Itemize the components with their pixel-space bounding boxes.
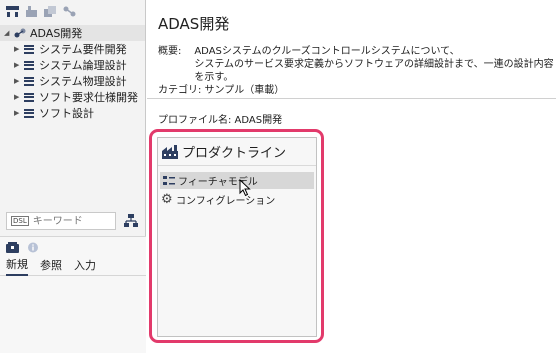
list-icon bbox=[24, 108, 34, 118]
left-toolbar bbox=[0, 0, 145, 22]
tree-item-label: システム要件開発 bbox=[39, 43, 127, 56]
tab-input[interactable]: 入力 bbox=[74, 257, 96, 275]
tree-item[interactable]: ▶ システム物理設計 bbox=[0, 73, 145, 89]
left-pane: ◢ ADAS開発 ▶ システム要件開発 ▶ システム論理設計 ▶ システム物理設… bbox=[0, 0, 146, 353]
feature-model-icon bbox=[163, 175, 175, 186]
copy-icon[interactable] bbox=[44, 5, 57, 17]
list-icon bbox=[24, 44, 34, 54]
collapse-arrow-icon[interactable]: ▶ bbox=[14, 77, 24, 85]
profile-name-text: プロファイル名: ADAS開発 bbox=[158, 115, 283, 126]
collapse-arrow-icon[interactable]: ▶ bbox=[14, 45, 24, 53]
category-text: カテゴリ: サンプル（車載） bbox=[158, 85, 285, 96]
tree-item-label: ソフト要求仕様開発 bbox=[39, 91, 138, 104]
factory-icon bbox=[162, 144, 178, 159]
main-pane: ADAS開発 概要: ADASシステムのクルーズコントロールシステムについて、 … bbox=[147, 0, 556, 353]
panel-title: プロダクトライン bbox=[182, 146, 287, 161]
tree-item-label: ソフト設計 bbox=[39, 107, 94, 120]
page-title: ADAS開発 bbox=[158, 15, 230, 33]
tab-reference[interactable]: 参照 bbox=[40, 257, 62, 275]
feature-model-item[interactable]: フィーチャモデル bbox=[160, 172, 314, 189]
list-icon bbox=[24, 92, 34, 102]
tree-item[interactable]: ▶ ソフト要求仕様開発 bbox=[0, 89, 145, 105]
panel-header: プロダクトライン bbox=[158, 138, 316, 166]
summary-label: 概要: bbox=[158, 46, 182, 57]
section-divider bbox=[147, 98, 556, 99]
summary-line: ADASシステムのクルーズコントロールシステムについて、 bbox=[194, 46, 460, 57]
collapse-arrow-icon[interactable]: ▶ bbox=[14, 61, 24, 69]
org-chart-icon[interactable] bbox=[124, 214, 138, 228]
collapse-arrow-icon[interactable]: ▶ bbox=[14, 109, 24, 117]
link-icon[interactable] bbox=[63, 6, 76, 17]
bottom-panel: 新規 参照 入力 bbox=[0, 236, 146, 353]
tab-new[interactable]: 新規 bbox=[6, 256, 28, 276]
hierarchy-icon[interactable] bbox=[6, 5, 19, 17]
tree-item[interactable]: ▶ システム要件開発 bbox=[0, 41, 145, 57]
bottom-toolbar bbox=[0, 237, 146, 257]
configuration-item[interactable]: ⚙ コンフィグレーション bbox=[158, 191, 316, 208]
dsl-tag-icon: DSL bbox=[11, 216, 29, 226]
tree-item-label: システム物理設計 bbox=[39, 75, 127, 88]
app-window: ◢ ADAS開発 ▶ システム要件開発 ▶ システム論理設計 ▶ システム物理設… bbox=[0, 0, 556, 353]
bottom-tabs: 新規 参照 入力 bbox=[0, 256, 146, 276]
package-icon[interactable] bbox=[6, 241, 19, 253]
gear-icon: ⚙ bbox=[161, 191, 173, 207]
expand-arrow-icon[interactable]: ◢ bbox=[4, 29, 14, 37]
tree-root-item[interactable]: ◢ ADAS開発 bbox=[0, 25, 145, 41]
search-box[interactable]: DSL bbox=[6, 212, 116, 230]
info-icon[interactable] bbox=[27, 242, 40, 253]
summary-text: ADASシステムのクルーズコントロールシステムについて、 システムのサービス要求… bbox=[194, 45, 556, 84]
project-tree: ◢ ADAS開発 ▶ システム要件開発 ▶ システム論理設計 ▶ システム物理設… bbox=[0, 22, 145, 121]
product-line-panel: プロダクトライン フィーチャモデル ⚙ コンフィグレーション bbox=[157, 137, 317, 337]
project-icon bbox=[14, 28, 26, 38]
keyword-search-input[interactable] bbox=[32, 215, 115, 227]
search-area: DSL bbox=[6, 210, 140, 232]
tree-item[interactable]: ▶ ソフト設計 bbox=[0, 105, 145, 121]
collapse-arrow-icon[interactable]: ▶ bbox=[14, 93, 24, 101]
configuration-label: コンフィグレーション bbox=[176, 196, 276, 207]
build-icon[interactable] bbox=[25, 5, 38, 17]
list-icon bbox=[24, 76, 34, 86]
mouse-cursor-icon bbox=[239, 179, 251, 197]
tree-item-label: システム論理設計 bbox=[39, 59, 127, 72]
tree-root-label: ADAS開発 bbox=[30, 27, 83, 40]
list-icon bbox=[24, 60, 34, 70]
summary: 概要: ADASシステムのクルーズコントロールシステムについて、 システムのサー… bbox=[158, 45, 556, 84]
tree-item[interactable]: ▶ システム論理設計 bbox=[0, 57, 145, 73]
